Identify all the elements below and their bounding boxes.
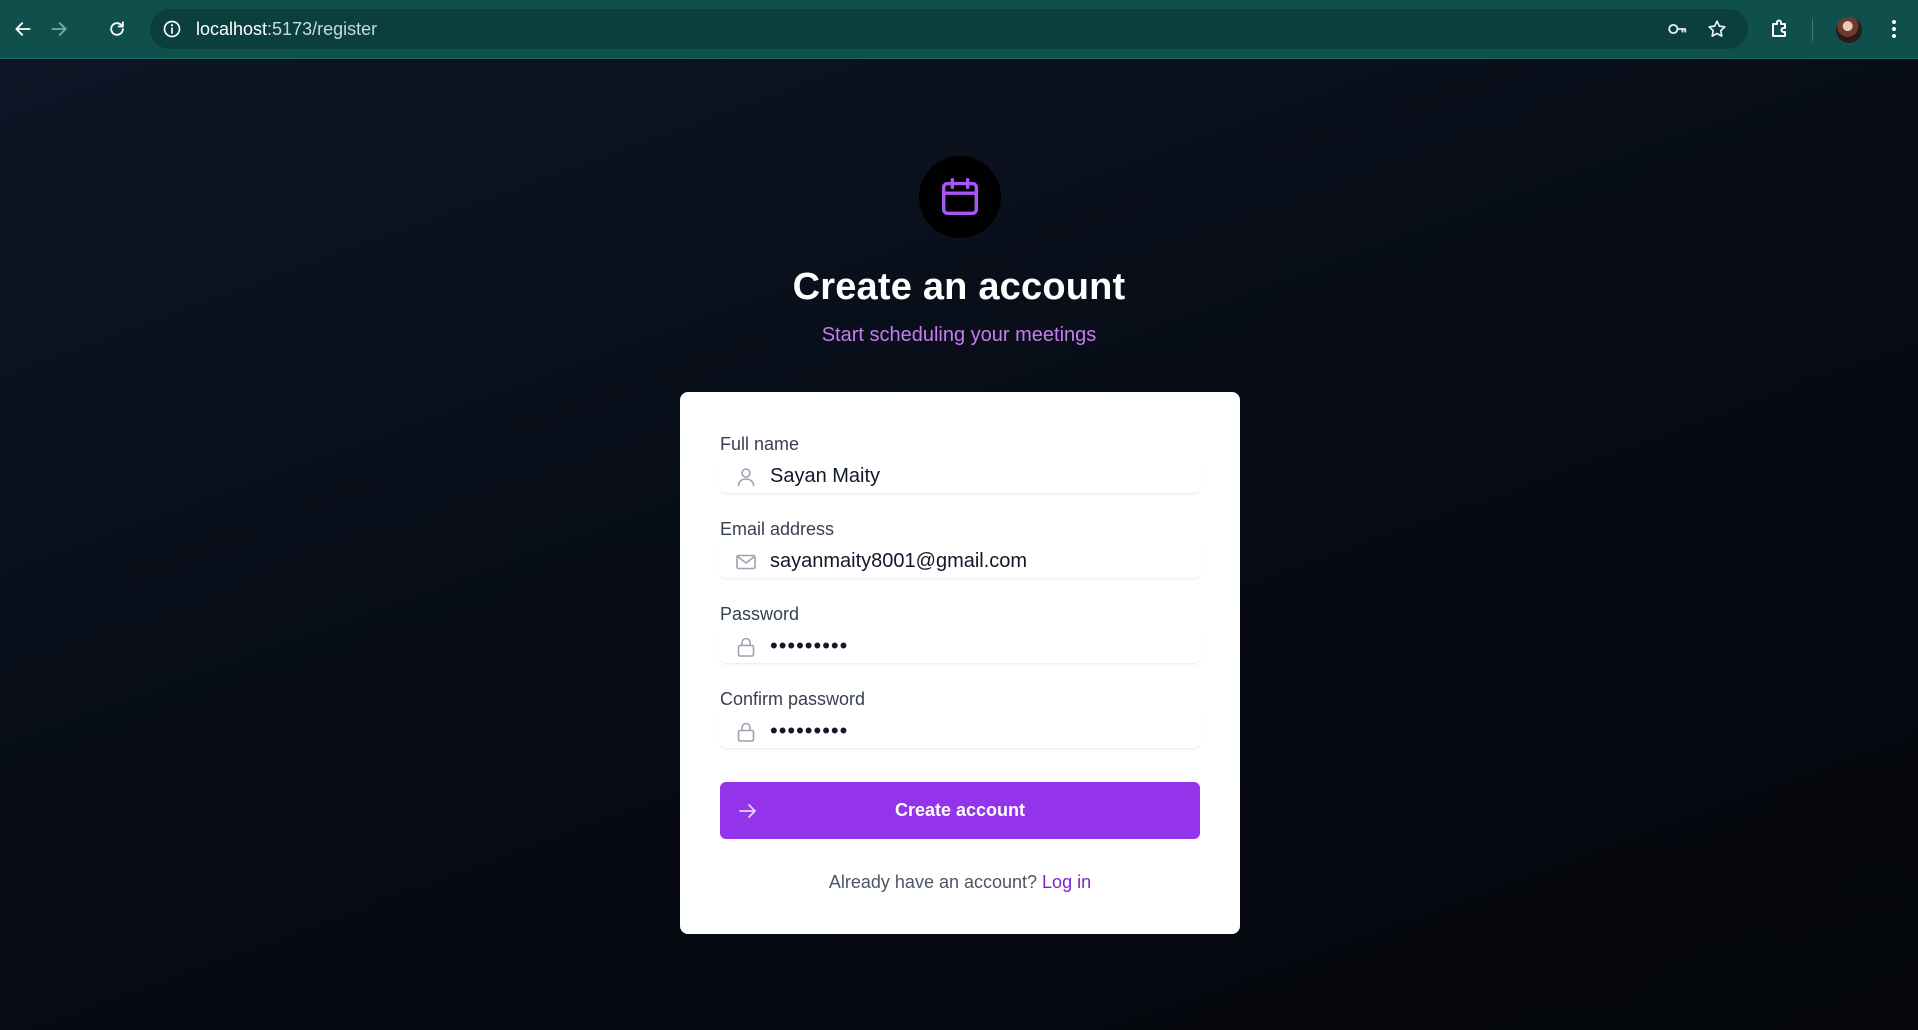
create-account-button[interactable]: Create account (720, 782, 1200, 839)
arrow-right-icon (51, 22, 67, 36)
lock-icon (737, 637, 755, 657)
reload-icon (110, 21, 124, 36)
full-name-field[interactable] (720, 460, 1200, 494)
user-icon (737, 468, 755, 487)
lock-icon (737, 722, 755, 742)
confirm-password-field[interactable] (720, 715, 1200, 749)
full-name-label: Full name (720, 434, 800, 454)
password-input[interactable] (770, 630, 1190, 662)
reload-button[interactable] (100, 12, 134, 46)
email-input[interactable] (770, 545, 1190, 577)
register-page: Create an account Start scheduling your … (0, 60, 1918, 1030)
page-title: Create an account (792, 266, 1126, 308)
login-link[interactable]: Log in (1042, 872, 1091, 892)
star-icon[interactable] (1706, 18, 1728, 40)
arrow-left-icon (15, 22, 31, 36)
full-name-input[interactable] (770, 460, 1190, 492)
kebab-menu-icon[interactable] (1882, 17, 1906, 41)
login-prompt: Already have an account? Log in (680, 872, 1240, 893)
logo (919, 156, 1001, 238)
toolbar-divider (1812, 19, 1813, 41)
browser-toolbar: localhost:5173/register (0, 0, 1918, 59)
confirm-password-label: Confirm password (720, 689, 866, 709)
password-field[interactable] (720, 630, 1200, 664)
url-text[interactable]: localhost:5173/register (196, 9, 377, 49)
url-host: localhost (196, 19, 268, 39)
calendar-icon (941, 178, 979, 216)
confirm-password-input[interactable] (770, 715, 1190, 747)
page-subtitle: Start scheduling your meetings (821, 324, 1097, 346)
forward-button[interactable] (42, 12, 76, 46)
create-account-label: Create account (894, 800, 1026, 820)
key-icon[interactable] (1666, 18, 1688, 40)
address-bar[interactable]: localhost:5173/register (150, 9, 1748, 49)
mail-icon (736, 554, 756, 570)
email-label: Email address (720, 519, 835, 539)
puzzle-icon[interactable] (1768, 17, 1792, 41)
info-icon[interactable] (162, 19, 182, 39)
login-prompt-text: Already have an account? (828, 872, 1043, 892)
avatar[interactable] (1836, 17, 1862, 43)
password-label: Password (720, 604, 800, 624)
email-field[interactable] (720, 545, 1200, 579)
back-button[interactable] (6, 12, 40, 46)
register-card: Full name Email address Password (680, 392, 1240, 934)
url-path: :5173/register (267, 19, 378, 39)
